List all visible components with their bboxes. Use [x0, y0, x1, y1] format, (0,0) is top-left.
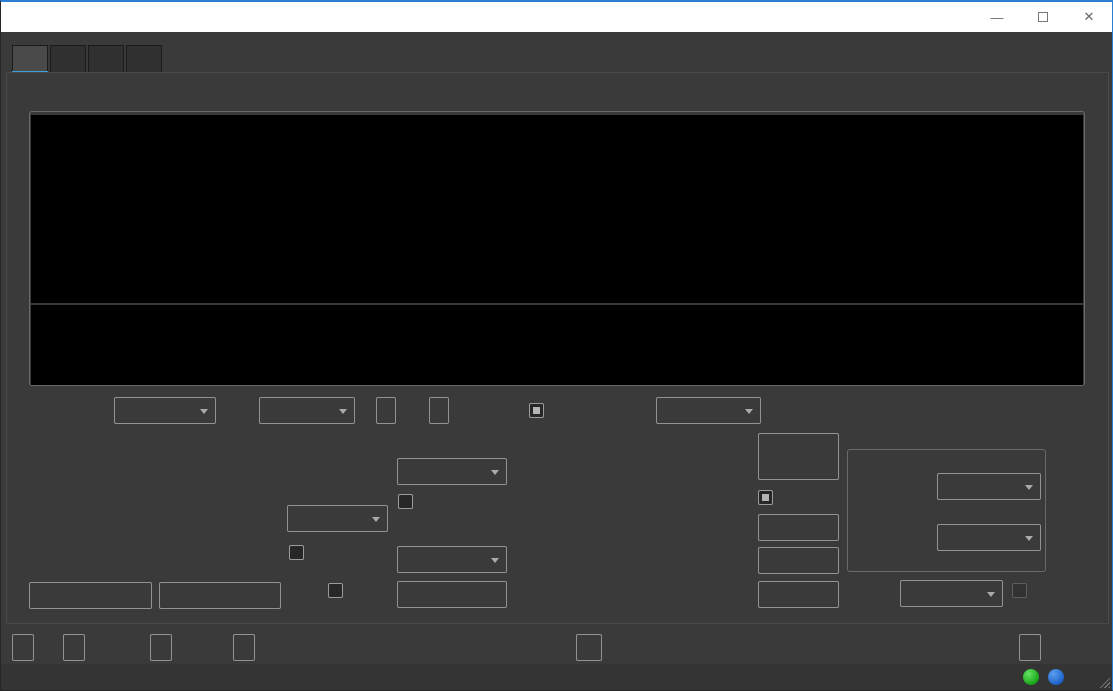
chevron-down-icon — [200, 409, 208, 414]
minimize-button[interactable]: — — [974, 2, 1020, 32]
tab-settings[interactable] — [126, 45, 162, 73]
flock-checkbox[interactable] — [289, 545, 304, 560]
chevron-down-icon — [1025, 536, 1033, 541]
cw-button[interactable] — [758, 547, 839, 574]
preamp-select[interactable] — [937, 473, 1041, 500]
tab-frequency[interactable] — [88, 45, 124, 73]
spectrum-plot[interactable] — [31, 115, 1083, 303]
tab-view[interactable] — [12, 45, 48, 73]
rit-knob[interactable] — [284, 572, 322, 610]
clear-peaks-button[interactable] — [429, 397, 449, 424]
chevron-down-icon — [372, 517, 380, 522]
status-blue-indicator — [1048, 669, 1064, 685]
flock-toggle[interactable] — [289, 545, 311, 560]
enable-atu-checkbox[interactable] — [758, 490, 773, 505]
titlebar: — ✕ — [1, 2, 1112, 32]
tune-button[interactable] — [758, 514, 839, 541]
log-button[interactable] — [233, 634, 255, 661]
rpt-split-button[interactable] — [758, 581, 839, 608]
power-off-button[interactable] — [159, 582, 281, 609]
waterfall-canvas[interactable] — [56, 319, 1078, 369]
tab-band[interactable] — [50, 45, 86, 73]
show-more-button[interactable] — [397, 581, 507, 608]
attenuator-select[interactable] — [937, 524, 1041, 551]
radio-status-button[interactable] — [150, 634, 172, 661]
maximize-icon — [1038, 12, 1048, 22]
waterfall-plot[interactable] — [31, 305, 1083, 385]
s-meter — [29, 470, 309, 518]
chevron-down-icon — [491, 558, 499, 563]
enable-wf-checkbox[interactable] — [529, 403, 544, 418]
tuning-step-select[interactable] — [287, 505, 388, 532]
close-button[interactable]: ✕ — [1066, 2, 1112, 32]
spectrum-groupbox — [29, 111, 1085, 386]
minimize-icon: — — [991, 10, 1004, 25]
level-sliders — [501, 450, 759, 600]
tofixed-button[interactable] — [376, 397, 396, 424]
alc-meter — [29, 512, 309, 562]
maximize-button[interactable] — [1020, 2, 1066, 32]
tuning-knob[interactable] — [284, 430, 358, 506]
tab-bar — [12, 45, 164, 73]
transmit-button[interactable] — [758, 433, 839, 480]
preamp-att-groupbox — [847, 449, 1046, 572]
rit-toggle[interactable] — [328, 583, 350, 598]
resize-grip-icon[interactable] — [1097, 675, 1110, 688]
chevron-down-icon — [491, 470, 499, 475]
theme-select[interactable] — [656, 397, 761, 424]
mode-select[interactable] — [397, 458, 507, 485]
data-mode-toggle[interactable] — [398, 494, 420, 509]
power-on-button[interactable] — [29, 582, 152, 609]
antenna-rx-toggle — [1012, 583, 1034, 598]
spectrum-chart[interactable] — [31, 115, 1083, 303]
data-mode-checkbox[interactable] — [398, 494, 413, 509]
close-icon: ✕ — [1084, 9, 1095, 25]
antenna-select[interactable] — [900, 580, 1003, 607]
disconnect-button[interactable] — [576, 634, 602, 661]
chevron-down-icon — [1025, 485, 1033, 490]
receive-filter-select[interactable] — [397, 546, 507, 573]
rit-checkbox[interactable] — [328, 583, 343, 598]
chevron-down-icon — [987, 592, 995, 597]
status-bar — [1, 664, 1112, 690]
app-window: — ✕ — [0, 0, 1113, 691]
spectrum-mode-select[interactable] — [114, 397, 216, 424]
enable-atu-toggle[interactable] — [758, 490, 780, 505]
about-button[interactable] — [12, 634, 34, 661]
antenna-rx-checkbox — [1012, 583, 1027, 598]
exit-program-button[interactable] — [1019, 634, 1041, 661]
save-settings-button[interactable] — [63, 634, 85, 661]
status-green-indicator — [1023, 669, 1039, 685]
span-select[interactable] — [259, 397, 355, 424]
enable-wf-toggle[interactable] — [529, 403, 551, 418]
chevron-down-icon — [745, 409, 753, 414]
chevron-down-icon — [339, 409, 347, 414]
